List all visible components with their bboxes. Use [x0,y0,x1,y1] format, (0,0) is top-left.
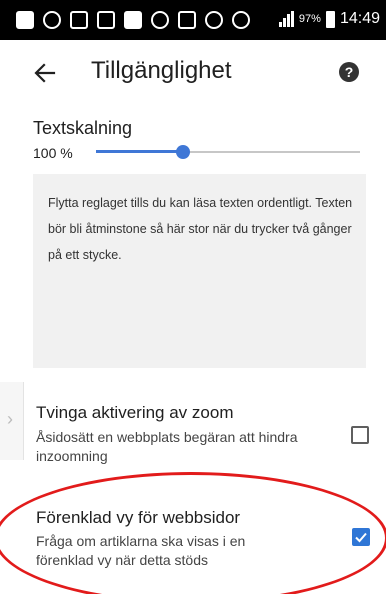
battery-percent: 97% [298,13,321,25]
setting-title: Tvinga aktivering av zoom [36,403,234,422]
help-icon[interactable]: ? [339,62,359,82]
page-title: Tillgänglighet [91,57,232,84]
arrow-left-icon[interactable] [30,58,60,88]
slider-fill [96,150,184,153]
app-bar: Tillgänglighet ? [0,40,386,104]
phone-screen: 97% 14:49 Tillgänglighet ? Textskalning … [0,0,386,594]
chevron-right-icon: › [7,409,13,429]
preview-text: Flytta reglaget tills du kan läsa texten… [48,196,353,262]
message-icon [16,11,34,29]
notification-icons [16,11,250,31]
signal-icon [278,11,294,27]
setting-description: Åsidosätt en webbplats begäran att hindr… [36,429,298,464]
checklist-icon [178,11,196,29]
text-scaling-value: 100 % [33,145,73,161]
status-time: 14:49 [339,10,380,27]
text-scaling-label: Textskalning [33,118,133,138]
checkmark-icon [355,532,367,543]
setting-description: Fråga om artiklarna ska visas i en fören… [36,533,246,568]
edge-panel-handle[interactable]: › [0,382,24,460]
sync-icon [97,11,115,29]
battery-icon [325,10,335,28]
slider-thumb[interactable] [176,145,191,159]
text-preview-box: Flytta reglaget tills du kan läsa texten… [33,174,366,368]
wifi-icon [232,11,250,29]
email-icon [124,11,142,29]
record-icon [43,11,61,29]
alarm-icon [205,11,223,29]
force-zoom-checkbox[interactable] [351,426,369,444]
gallery-icon [70,11,88,29]
status-bar: 97% 14:49 [0,0,386,40]
simplified-view-checkbox[interactable] [352,528,370,546]
text-scaling-slider[interactable] [96,143,360,161]
bluetooth-icon [151,11,169,29]
setting-title: Förenklad vy för webbsidor [36,508,241,527]
